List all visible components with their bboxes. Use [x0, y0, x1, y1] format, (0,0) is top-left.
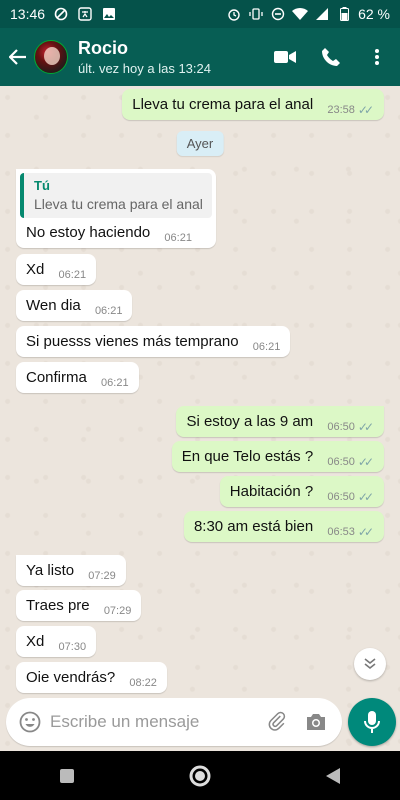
double-check-icon: ✓✓ — [357, 455, 374, 469]
message-bubble[interactable]: Lleva tu crema para el anal 23:58 ✓✓ — [122, 89, 384, 120]
emoji-icon — [19, 711, 41, 733]
status-bar: 13:46 62 % — [0, 0, 400, 28]
quoted-message[interactable]: Tú Lleva tu crema para el anal — [20, 173, 212, 218]
message-bubble[interactable]: Oie vendrás? 08:22 — [16, 662, 167, 693]
dnd-icon — [270, 6, 286, 22]
vibrate-icon — [248, 6, 264, 22]
double-chevron-down-icon — [364, 658, 376, 670]
message-bubble[interactable]: Si estoy a las 9 am 06:50 ✓✓ — [176, 406, 384, 437]
message-bubble[interactable]: Wen dia 06:21 — [16, 290, 133, 321]
message-bubble[interactable]: Tú Lleva tu crema para el anal No estoy … — [16, 169, 216, 248]
message-time: 06:50 — [327, 491, 355, 503]
system-navigation-bar — [0, 751, 400, 800]
quote-author: Tú — [34, 178, 50, 193]
message-time: 23:58 — [327, 104, 355, 116]
quote-text: Lleva tu crema para el anal — [34, 196, 203, 212]
message-time: 06:53 — [327, 526, 355, 538]
chat-header: Rocio últ. vez hoy a las 13:24 — [0, 28, 400, 86]
attach-button[interactable] — [256, 711, 296, 733]
voice-call-button[interactable] — [308, 28, 354, 86]
chat-area[interactable]: Lleva tu crema para el anal 23:58 ✓✓ Ayer… — [0, 86, 400, 751]
video-camera-icon — [274, 51, 296, 63]
clock: 13:46 — [10, 6, 46, 22]
message-time: 07:29 — [103, 605, 132, 617]
message-bubble[interactable]: 8:30 am está bien 06:53 ✓✓ — [183, 511, 384, 542]
back-nav-button[interactable] — [313, 756, 353, 796]
message-time: 06:21 — [94, 305, 123, 317]
date-chip: Ayer — [176, 131, 224, 156]
message-input[interactable] — [50, 712, 250, 732]
double-check-icon: ✓✓ — [357, 490, 374, 504]
contact-name: Rocio — [78, 38, 129, 58]
back-button[interactable] — [4, 28, 32, 86]
camera-button[interactable] — [296, 712, 336, 732]
message-time: 07:29 — [88, 570, 116, 582]
square-icon — [59, 768, 74, 783]
image-icon — [101, 6, 117, 22]
emoji-button[interactable] — [10, 711, 50, 733]
triangle-left-icon — [326, 767, 341, 784]
message-bubble[interactable]: Si puesss vienes más temprano 06:21 — [16, 326, 291, 357]
double-check-icon: ✓✓ — [357, 103, 374, 117]
do-not-disturb-icon — [53, 6, 69, 22]
alarm-icon — [226, 6, 242, 22]
voice-message-button[interactable] — [348, 698, 396, 746]
message-time: 07:30 — [58, 641, 87, 653]
double-check-icon: ✓✓ — [357, 525, 374, 539]
message-time: 06:50 — [327, 421, 355, 433]
double-check-icon: ✓✓ — [357, 420, 374, 434]
recents-button[interactable] — [47, 756, 87, 796]
message-time: 06:21 — [164, 232, 192, 244]
circle-icon — [189, 765, 211, 786]
last-seen: últ. vez hoy a las 13:24 — [78, 61, 211, 76]
message-bubble[interactable]: Xd 06:21 — [16, 254, 97, 285]
message-composer — [6, 698, 342, 746]
video-call-button[interactable] — [262, 28, 308, 86]
message-time: 06:21 — [252, 341, 281, 353]
message-bubble[interactable]: En que Telo estás ? 06:50 ✓✓ — [171, 441, 384, 472]
translate-icon — [77, 6, 93, 22]
message-bubble[interactable]: Habitación ? 06:50 ✓✓ — [219, 476, 384, 507]
message-time: 06:50 — [327, 456, 355, 468]
paperclip-icon — [268, 711, 286, 731]
avatar[interactable] — [34, 40, 68, 74]
message-bubble[interactable]: Traes pre 07:29 — [16, 590, 142, 621]
message-bubble[interactable]: Confirma 06:21 — [16, 362, 139, 393]
microphone-icon — [364, 711, 380, 733]
scroll-to-bottom-button[interactable] — [354, 648, 386, 680]
battery-icon — [336, 6, 352, 22]
battery-percent: 62 % — [358, 6, 390, 22]
message-time: 06:21 — [58, 269, 87, 281]
camera-icon — [307, 714, 325, 730]
message-time: 06:21 — [101, 377, 129, 389]
message-time: 08:22 — [129, 677, 157, 689]
phone-icon — [322, 48, 340, 66]
signal-icon — [314, 6, 330, 22]
home-button[interactable] — [180, 756, 220, 796]
arrow-left-icon — [9, 49, 26, 65]
menu-button[interactable] — [354, 28, 400, 86]
message-bubble[interactable]: Ya listo 07:29 — [16, 555, 126, 586]
contact-info[interactable]: Rocio últ. vez hoy a las 13:24 — [78, 38, 211, 76]
wifi-icon — [292, 6, 309, 22]
more-vertical-icon — [375, 49, 379, 65]
message-bubble[interactable]: Xd 07:30 — [16, 626, 97, 657]
